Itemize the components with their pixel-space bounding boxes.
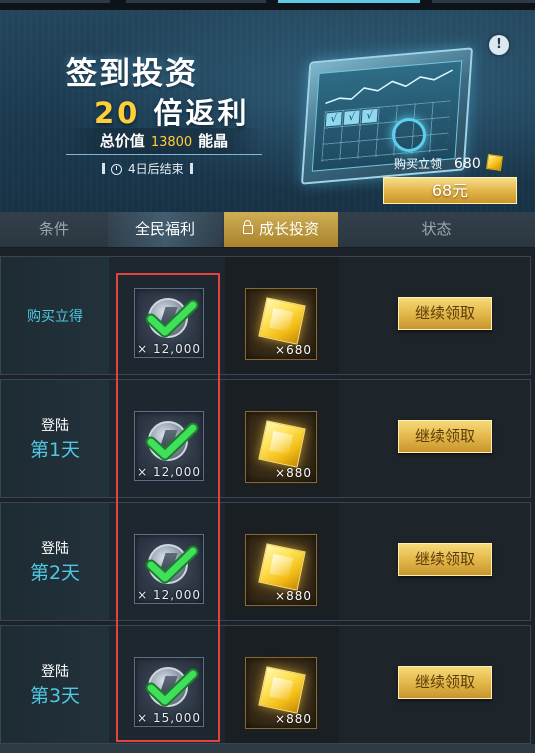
countdown: 4日后结束 [96,160,199,178]
header-status: 状态 [421,220,452,238]
energy-crystal-icon [258,297,306,345]
banner-subtitle: 20 倍返利 [94,96,250,130]
top-tab-strip [0,0,535,10]
reward-quantity: × 15,000 [137,711,201,725]
condition-cell: 登陆 第3天 [1,626,110,743]
reward-item-coin[interactable]: × 12,000 [134,288,204,358]
condition-login-label: 登陆 [41,664,69,680]
tab-welfare[interactable]: 全民福利 [108,212,222,247]
top-tab-4[interactable] [432,0,535,3]
banner-title: 签到投资 [66,56,198,92]
lock-icon [242,220,253,234]
growth-cell: ×680 [225,257,339,374]
table-row: 登陆 第3天 × 15,000 ×880 继续领取 [0,625,531,744]
top-tab-active[interactable] [278,0,420,3]
condition-login-label: 登陆 [41,541,69,557]
top-tab-1[interactable] [0,0,110,3]
info-icon[interactable]: ! [489,35,509,55]
energy-crystal-icon [258,420,306,468]
glow-ring-decoration [392,118,426,152]
reward-quantity: × 12,000 [137,588,201,602]
buy-reward-label: 购买立领 680 [394,154,503,173]
tab-growth[interactable]: 成长投资 [224,212,338,247]
welfare-cell: × 15,000 [109,626,223,743]
reward-item-crystal[interactable]: ×880 [245,657,317,729]
growth-cell: ×880 [225,503,339,620]
condition-cell: 购买立得 [1,257,110,374]
reward-item-crystal[interactable]: ×880 [245,411,317,483]
reward-item-crystal[interactable]: ×880 [245,534,317,606]
reward-item-coin[interactable]: × 12,000 [134,534,204,604]
table-row: 登陆 第2天 × 12,000 ×880 继续领取 [0,502,531,621]
condition-cell: 登陆 第2天 [1,503,110,620]
condition-login-label: 登陆 [41,418,69,434]
continue-claim-button[interactable]: 继续领取 [398,297,492,330]
check-icon [145,668,199,707]
growth-cell: ×880 [225,380,339,497]
purchase-button[interactable]: 68元 [383,177,517,204]
condition-text: 购买立得 [27,308,83,325]
reward-quantity: × 12,000 [137,342,201,356]
growth-cell: ×880 [225,626,339,743]
table-header: 条件 全民福利 成长投资 状态 [0,212,535,248]
clock-icon [111,164,122,175]
reward-quantity: ×880 [275,589,312,603]
reward-quantity: × 12,000 [137,465,201,479]
continue-claim-button[interactable]: 继续领取 [398,420,492,453]
table-row: 购买立得 × 12,000 ×680 继续领取 [0,256,531,375]
status-cell: 继续领取 [339,503,530,620]
table-row: 登陆 第1天 × 12,000 ×880 继续领取 [0,379,531,498]
welfare-cell: × 12,000 [109,503,223,620]
condition-day-label: 第2天 [29,562,81,584]
bottom-edge [0,744,535,753]
check-icon [145,299,199,338]
check-icon [145,545,199,584]
check-icon [145,422,199,461]
promo-banner: √ √ √ 签到投资 20 倍返利 总价值 13800 能晶 4日后结束 ! 购买立… [0,10,535,214]
condition-cell: 登陆 第1天 [1,380,110,497]
reward-item-crystal[interactable]: ×680 [245,288,317,360]
reward-quantity: ×880 [275,466,312,480]
header-condition: 条件 [38,220,69,238]
reward-item-coin[interactable]: × 15,000 [134,657,204,727]
welfare-cell: × 12,000 [109,380,223,497]
energy-crystal-icon [485,154,503,171]
top-tab-2[interactable] [126,0,266,3]
reward-item-coin[interactable]: × 12,000 [134,411,204,481]
energy-crystal-icon [258,543,306,591]
total-value-line: 总价值 13800 能晶 [66,128,262,155]
status-cell: 继续领取 [339,257,530,374]
status-cell: 继续领取 [339,380,530,497]
continue-claim-button[interactable]: 继续领取 [398,543,492,576]
continue-claim-button[interactable]: 继续领取 [398,666,492,699]
condition-day-label: 第1天 [29,439,81,461]
reward-quantity: ×680 [275,343,312,357]
status-cell: 继续领取 [339,626,530,743]
condition-day-label: 第3天 [29,685,81,707]
energy-crystal-icon [258,666,306,714]
reward-quantity: ×880 [275,712,312,726]
welfare-cell: × 12,000 [109,257,223,374]
